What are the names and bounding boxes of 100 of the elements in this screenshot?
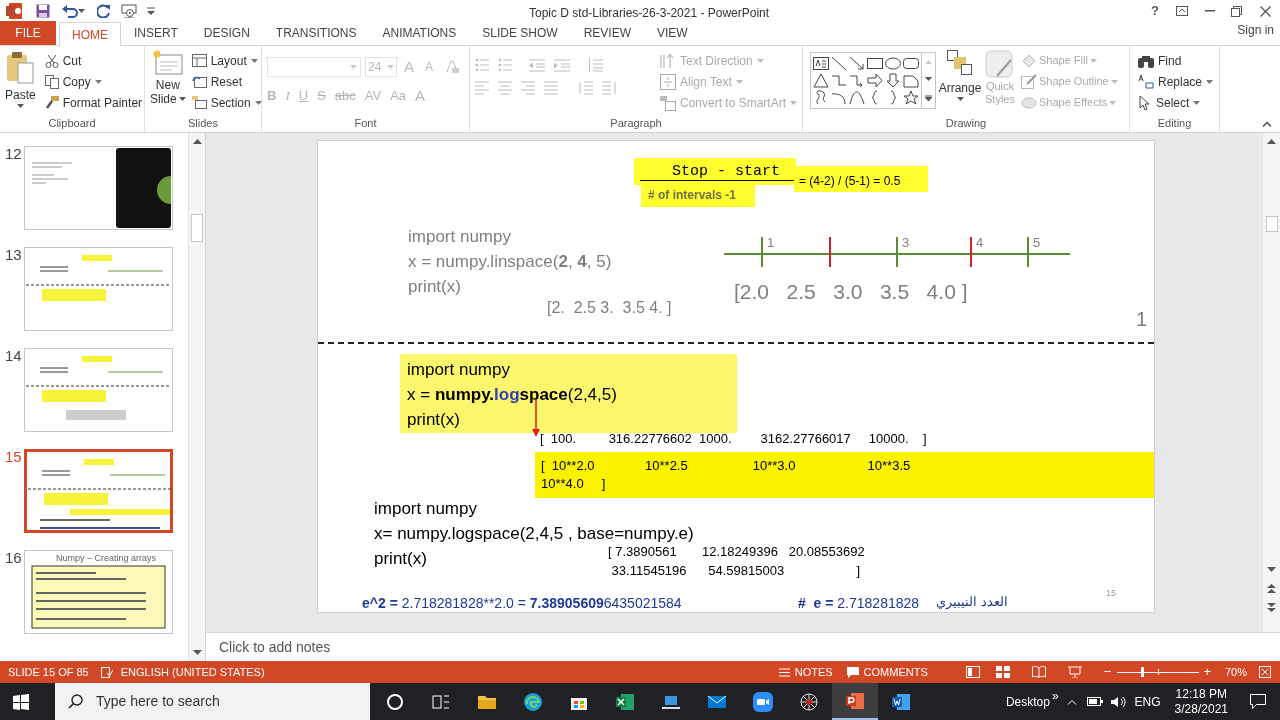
- curve-icon[interactable]: [849, 90, 865, 105]
- comments-button[interactable]: COMMENTS: [846, 663, 928, 681]
- ribbon-button[interactable]: Find: [1138, 50, 1214, 71]
- ribbon-tab[interactable]: TRANSITIONS: [262, 21, 370, 45]
- smartart-icon: [659, 94, 676, 111]
- scrollbar-thumb[interactable]: [1265, 216, 1278, 232]
- desktop-toolbar[interactable]: Desktop: [1005, 692, 1050, 711]
- ribbon-tab[interactable]: HOME: [59, 22, 121, 46]
- ribbon-tab[interactable]: ANIMATIONS: [369, 21, 470, 45]
- ribbon-tab[interactable]: REVIEW: [570, 21, 644, 45]
- rectangle-icon[interactable]: [867, 56, 883, 71]
- values-text: [2.0 2.5 3.0 3.5 4.0 ]: [734, 279, 968, 305]
- collapse-ribbon-icon[interactable]: [1262, 121, 1272, 127]
- code-line: x = numpy.linspace(2, 4, 5): [408, 251, 612, 273]
- next-slide-icon[interactable]: [1267, 603, 1276, 612]
- more-button[interactable]: »: [1051, 686, 1059, 705]
- formula-denominator: # of intervals -1: [641, 182, 755, 207]
- more-icon[interactable]: [925, 95, 932, 102]
- ribbon-button[interactable]: Copy: [44, 71, 143, 92]
- new-slide-button[interactable]: New Slide: [150, 50, 186, 115]
- scrollbar[interactable]: [1262, 133, 1280, 632]
- ribbon-button[interactable]: Replace: [1138, 71, 1214, 92]
- language-indicator[interactable]: ENG: [1134, 692, 1161, 711]
- arrow-icon[interactable]: [849, 56, 865, 71]
- reading-view-icon[interactable]: [1031, 666, 1046, 678]
- clock-time[interactable]: 12:18 PM: [1175, 686, 1227, 702]
- tick-label: 4: [976, 235, 984, 250]
- oval-icon[interactable]: [885, 56, 901, 71]
- code-line: import numpy: [407, 359, 510, 381]
- shape-icon[interactable]: [903, 73, 919, 88]
- ribbon-tab[interactable]: INSERT: [121, 21, 191, 45]
- scrollbar-thumb[interactable]: [191, 214, 203, 242]
- zoom-slider[interactable]: [1117, 667, 1200, 677]
- arrow-icon[interactable]: [867, 73, 883, 88]
- caret-icon: [350, 65, 357, 70]
- ribbon-tab[interactable]: VIEW: [643, 21, 701, 45]
- slide-sorter-icon[interactable]: [995, 666, 1010, 678]
- notes-placeholder[interactable]: Click to add notes: [219, 636, 331, 658]
- arc-icon[interactable]: [831, 90, 847, 105]
- speaker-icon[interactable]: [1110, 695, 1127, 708]
- windows-logo-icon[interactable]: [13, 693, 29, 710]
- customize-icon[interactable]: [147, 7, 155, 15]
- text-box-icon[interactable]: [813, 56, 829, 71]
- slide-show-icon[interactable]: [1067, 666, 1082, 678]
- spell-check-icon[interactable]: [100, 666, 113, 678]
- search-field[interactable]: Type here to search: [55, 683, 370, 720]
- code-line: print(x): [407, 409, 460, 431]
- paste-button[interactable]: Paste: [5, 50, 36, 115]
- taskbar-button[interactable]: [832, 683, 878, 720]
- rounded-rectangle-icon[interactable]: [903, 56, 919, 71]
- chevron-up-icon[interactable]: [1066, 698, 1077, 705]
- zoom-level[interactable]: 70%: [1224, 663, 1247, 681]
- ribbon-button[interactable]: Format Painter: [44, 92, 143, 113]
- save-icon[interactable]: [36, 4, 50, 18]
- arrow-icon[interactable]: [885, 73, 901, 88]
- slide-thumbnail[interactable]: Numpy – Creating arrays: [24, 550, 173, 634]
- scroll-down-icon[interactable]: [925, 77, 932, 82]
- caret-icon: [756, 58, 764, 63]
- battery-icon[interactable]: [1086, 697, 1103, 706]
- ribbon-tab[interactable]: SLIDE SHOW: [469, 21, 571, 45]
- code-line: import numpy: [408, 226, 511, 248]
- star-icon[interactable]: [903, 90, 919, 105]
- fit-slide-icon[interactable]: [1259, 666, 1271, 678]
- slide-number: 15: [1106, 587, 1116, 600]
- code-line: import numpy: [374, 498, 477, 520]
- clock-date[interactable]: 3/28/2021: [1174, 701, 1228, 717]
- normal-view-icon[interactable]: [965, 666, 980, 678]
- ribbon-tab[interactable]: FILE: [0, 21, 56, 45]
- font-name-field[interactable]: [267, 57, 361, 78]
- language-label[interactable]: ENGLISH (UNITED STATES): [120, 663, 265, 681]
- ribbon-tab[interactable]: DESIGN: [190, 21, 263, 45]
- sign-in-link[interactable]: Sign in: [1237, 21, 1274, 39]
- ribbon-button[interactable]: Layout: [191, 50, 262, 71]
- output-line: [ 7.3890561 12.18249396 20.08553692: [608, 543, 865, 561]
- notification-icon[interactable]: [1250, 694, 1266, 709]
- web-icon: [799, 691, 819, 712]
- undo-icon[interactable]: [62, 4, 78, 18]
- redo-icon[interactable]: [97, 4, 111, 18]
- line-icon[interactable]: [831, 56, 847, 71]
- triangle-icon[interactable]: [813, 73, 829, 88]
- ribbon-button[interactable]: Reset: [191, 71, 262, 92]
- arrange-button[interactable]: Arrange: [939, 50, 981, 115]
- new-slide-icon: [152, 50, 183, 76]
- align-text-icon: [659, 73, 676, 90]
- scrollbar[interactable]: [188, 133, 205, 661]
- ribbon-button[interactable]: Cut: [44, 50, 143, 71]
- zoom-out-button[interactable]: −: [1103, 662, 1112, 682]
- ribbon-button[interactable]: Section: [191, 92, 262, 113]
- slide-number: 14: [4, 348, 23, 364]
- scroll-up-icon: [1267, 139, 1276, 144]
- zoom-in-button[interactable]: +: [1203, 662, 1211, 682]
- notes-button[interactable]: NOTES: [778, 663, 833, 681]
- caret-icon: [1109, 100, 1117, 105]
- previous-slide-icon[interactable]: [1267, 584, 1276, 593]
- ribbon-button[interactable]: Select: [1138, 92, 1214, 113]
- slide-number: 12: [4, 146, 23, 162]
- shapes-gallery[interactable]: [810, 52, 936, 109]
- connector-icon[interactable]: [849, 73, 865, 88]
- help-button[interactable]: ?: [1142, 0, 1168, 22]
- presentation-icon[interactable]: [121, 4, 137, 18]
